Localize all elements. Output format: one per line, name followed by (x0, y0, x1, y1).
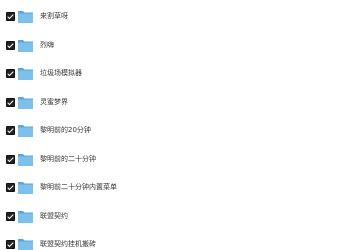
list-item[interactable]: 黎明前二十分钟内置菜单 (0, 173, 350, 201)
folder-icon (18, 67, 33, 80)
item-label: 垃圾场模拟器 (40, 69, 82, 77)
item-label: 黎明前的20分钟 (40, 126, 91, 134)
item-label: 灵蜜梦界 (40, 98, 68, 106)
folder-icon (18, 39, 33, 52)
folder-icon (18, 124, 33, 137)
checkbox[interactable] (6, 239, 15, 249)
folder-icon (18, 153, 33, 166)
list-item[interactable]: 联盟契约 (0, 202, 350, 230)
checkbox[interactable] (6, 68, 15, 78)
folder-icon (18, 10, 33, 23)
list-item[interactable]: 来割草呀 (0, 2, 350, 30)
list-item[interactable]: 黎明前的20分钟 (0, 116, 350, 144)
item-label: 联盟契约 (40, 212, 68, 220)
folder-icon (18, 238, 33, 250)
checkbox[interactable] (6, 211, 15, 221)
item-label: 黎明前二十分钟内置菜单 (40, 183, 117, 191)
list-item[interactable]: 垃圾场模拟器 (0, 59, 350, 87)
list-item[interactable]: 联盟契约挂机搬砖 (0, 230, 350, 250)
file-list: 来割草呀 烈嗨 垃圾场模拟器 灵蜜梦界 黎明前的20分钟 黎明前的二十分钟 黎明… (0, 0, 350, 250)
item-label: 来割草呀 (40, 12, 68, 20)
list-item[interactable]: 烈嗨 (0, 31, 350, 59)
list-item[interactable]: 黎明前的二十分钟 (0, 145, 350, 173)
list-item[interactable]: 灵蜜梦界 (0, 88, 350, 116)
checkbox[interactable] (6, 40, 15, 50)
item-label: 联盟契约挂机搬砖 (40, 240, 96, 248)
folder-icon (18, 181, 33, 194)
folder-icon (18, 210, 33, 223)
item-label: 烈嗨 (40, 41, 54, 49)
checkbox[interactable] (6, 125, 15, 135)
checkbox[interactable] (6, 97, 15, 107)
checkbox[interactable] (6, 11, 15, 21)
checkbox[interactable] (6, 154, 15, 164)
item-label: 黎明前的二十分钟 (40, 155, 96, 163)
folder-icon (18, 96, 33, 109)
checkbox[interactable] (6, 182, 15, 192)
